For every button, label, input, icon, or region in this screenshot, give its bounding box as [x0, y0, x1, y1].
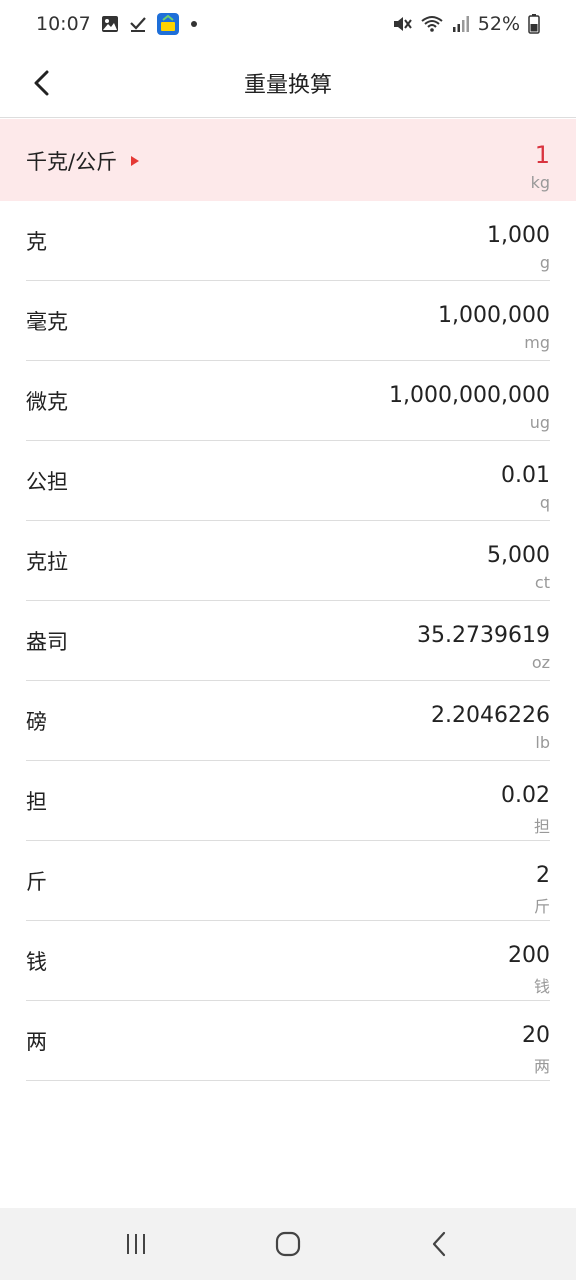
unit-value: 0.02: [501, 783, 550, 808]
unit-symbol: q: [539, 493, 550, 512]
system-back-button[interactable]: [410, 1214, 470, 1274]
mute-icon: [392, 15, 412, 33]
unit-label: 毫克: [26, 310, 68, 334]
list-item[interactable]: 两 20 两: [26, 1001, 550, 1081]
list-item[interactable]: 担 0.02 担: [26, 761, 550, 841]
back-icon: [432, 1231, 446, 1257]
unit-label: 微克: [26, 390, 68, 414]
unit-value: 2.2046226: [431, 703, 550, 728]
list-item[interactable]: 克 1,000 g: [26, 201, 550, 281]
wifi-icon: [420, 15, 444, 33]
recent-apps-icon: [127, 1234, 145, 1254]
list-item[interactable]: 盎司 35.2739619 oz: [26, 601, 550, 681]
back-arrow-icon: [34, 70, 49, 96]
list-item[interactable]: 斤 2 斤: [26, 841, 550, 921]
unit-symbol: 两: [533, 1057, 550, 1076]
list-item[interactable]: 毫克 1,000,000 mg: [26, 281, 550, 361]
unit-symbol: 斤: [533, 897, 550, 916]
unit-label: 担: [26, 790, 47, 814]
unit-value: 2: [536, 863, 550, 888]
unit-label: 钱: [26, 950, 47, 974]
list-item[interactable]: 公担 0.01 q: [26, 441, 550, 521]
battery-percent: 52%: [477, 13, 520, 35]
signal-icon: [452, 15, 470, 33]
unit-value: 200: [508, 943, 550, 968]
unit-symbol: oz: [531, 653, 550, 672]
unit-label: 两: [26, 1030, 47, 1054]
status-right: 52%: [392, 13, 540, 35]
back-button[interactable]: [20, 61, 64, 105]
list-item[interactable]: 微克 1,000,000,000 ug: [26, 361, 550, 441]
selected-unit-value[interactable]: 1: [535, 141, 550, 169]
checkmark-icon: [129, 15, 147, 33]
dot-icon: [189, 19, 199, 29]
home-icon: [275, 1231, 301, 1257]
unit-label: 盎司: [26, 630, 68, 654]
list-item[interactable]: 磅 2.2046226 lb: [26, 681, 550, 761]
unit-symbol: ug: [529, 413, 550, 432]
unit-value: 20: [522, 1023, 550, 1048]
system-nav-bar: [0, 1208, 576, 1280]
selected-unit-symbol: kg: [530, 173, 550, 192]
unit-symbol: 担: [533, 817, 550, 836]
battery-icon: [528, 14, 540, 34]
app-icon: [156, 13, 179, 35]
unit-symbol: lb: [535, 733, 550, 752]
caret-right-icon: [131, 156, 140, 166]
unit-symbol: mg: [524, 333, 550, 352]
recent-apps-button[interactable]: [106, 1214, 166, 1274]
unit-label: 斤: [26, 870, 47, 894]
unit-value: 5,000: [487, 543, 550, 568]
conversion-list: 千克/公斤 1 kg 克 1,000 g 毫克 1,000,000 mg 微克 …: [0, 119, 576, 1081]
status-time: 10:07: [36, 13, 91, 35]
status-left: 10:07: [36, 13, 199, 35]
unit-symbol: 钱: [533, 977, 550, 996]
unit-value: 1,000,000: [438, 303, 550, 328]
app-bar: 重量换算: [0, 48, 576, 118]
unit-symbol: ct: [534, 573, 550, 592]
list-item[interactable]: 钱 200 钱: [26, 921, 550, 1001]
unit-label: 克拉: [26, 550, 68, 574]
home-button[interactable]: [258, 1214, 318, 1274]
unit-label: 公担: [26, 470, 68, 494]
selected-unit-label: 千克/公斤: [26, 150, 118, 174]
unit-value: 35.2739619: [417, 623, 550, 648]
selected-unit-row[interactable]: 千克/公斤 1 kg: [0, 119, 576, 201]
page-title: 重量换算: [243, 72, 332, 98]
list-item[interactable]: 克拉 5,000 ct: [26, 521, 550, 601]
unit-label: 克: [26, 230, 47, 254]
image-icon: [101, 15, 119, 33]
unit-value: 1,000: [487, 223, 550, 248]
selected-unit-label-wrap[interactable]: 千克/公斤: [26, 146, 140, 176]
unit-label: 磅: [26, 710, 47, 734]
unit-value: 1,000,000,000: [389, 383, 550, 408]
status-bar: 10:07 52%: [0, 0, 576, 48]
unit-value: 0.01: [501, 463, 550, 488]
unit-symbol: g: [539, 253, 550, 272]
